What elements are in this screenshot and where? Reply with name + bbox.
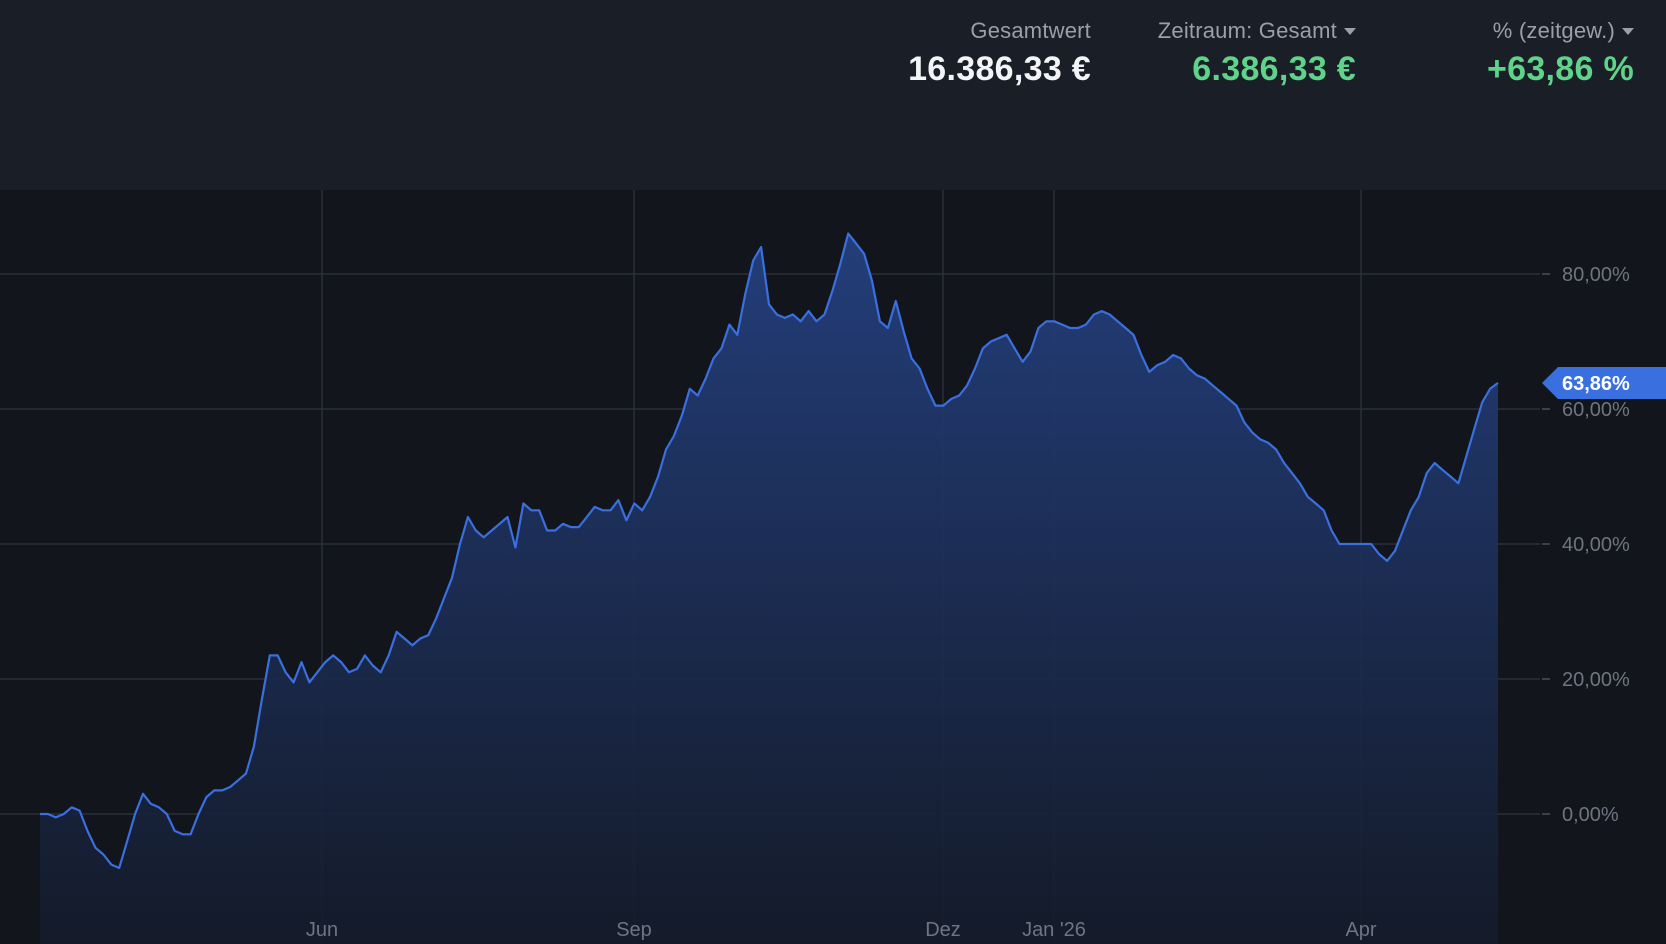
x-tick-label: Jan '26 bbox=[1022, 919, 1086, 941]
percent-stat[interactable]: % (zeitgew.) +63,86 % bbox=[1487, 18, 1634, 89]
period-gain-value: 6.386,33 € bbox=[1192, 50, 1356, 88]
total-value: 16.386,33 € bbox=[908, 50, 1091, 88]
x-tick-label: Sep bbox=[616, 919, 652, 941]
period-dropdown-label: Zeitraum: Gesamt bbox=[1157, 18, 1337, 43]
x-tick-label: Apr bbox=[1345, 919, 1376, 941]
x-tick-label: Jun bbox=[306, 919, 338, 941]
current-value-badge: 63,86% bbox=[1542, 366, 1666, 399]
period-stat[interactable]: Zeitraum: Gesamt 6.386,33 € bbox=[1158, 18, 1356, 89]
total-value-stat: Gesamtwert 16.386,33 € bbox=[908, 18, 1091, 89]
total-value-label: Gesamtwert bbox=[970, 18, 1091, 43]
x-tick-label: Dez bbox=[925, 919, 961, 941]
y-tick-label: 60,00% bbox=[1562, 399, 1630, 421]
y-tick-label: 0,00% bbox=[1562, 804, 1619, 826]
current-value-badge-label: 63,86% bbox=[1562, 373, 1630, 395]
y-tick-label: 80,00% bbox=[1562, 264, 1630, 286]
y-tick-label: 20,00% bbox=[1562, 669, 1630, 691]
performance-area bbox=[40, 233, 1498, 944]
percent-mode-dropdown[interactable]: % (zeitgew.) bbox=[1487, 18, 1634, 44]
y-tick-label: 40,00% bbox=[1562, 534, 1630, 556]
chevron-down-icon[interactable] bbox=[1622, 27, 1634, 35]
percent-mode-label: % (zeitgew.) bbox=[1492, 18, 1615, 43]
performance-chart[interactable]: 0,00% 20,00% 40,00% 60,00% 80,00% Jun Sep Dez J… bbox=[0, 190, 1666, 944]
performance-chart-svg[interactable]: 0,00% 20,00% 40,00% 60,00% 80,00% Jun Sep Dez J… bbox=[0, 190, 1666, 944]
percent-gain-value: +63,86 % bbox=[1486, 50, 1634, 88]
chevron-down-icon[interactable] bbox=[1344, 27, 1356, 35]
portfolio-header: Gesamtwert 16.386,33 € Zeitraum: Gesamt … bbox=[0, 0, 1666, 190]
period-dropdown[interactable]: Zeitraum: Gesamt bbox=[1158, 18, 1356, 44]
